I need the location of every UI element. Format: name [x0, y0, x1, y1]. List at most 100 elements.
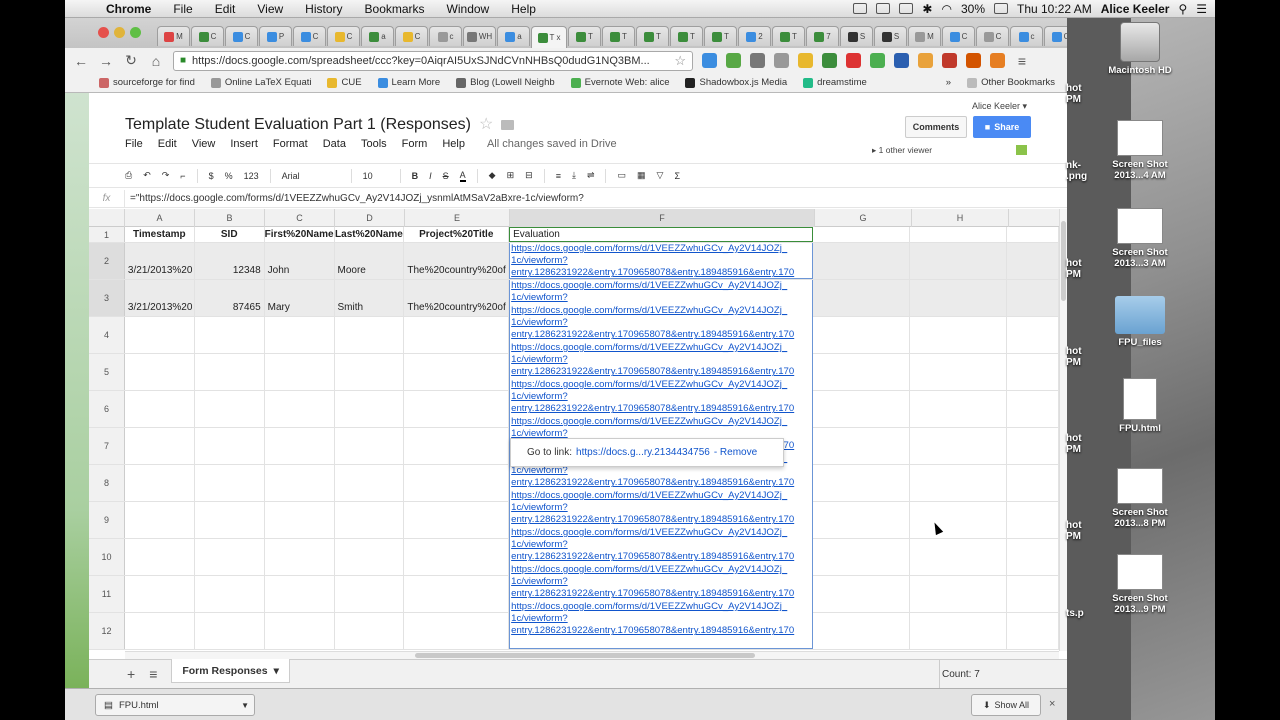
column-header-next[interactable]: [1009, 209, 1059, 227]
grid-cell[interactable]: [265, 317, 335, 353]
align-left-icon[interactable]: ≡: [556, 171, 561, 181]
desktop-icon[interactable]: FPU_files: [1100, 296, 1180, 348]
url-text[interactable]: https://docs.google.com/spreadsheet/ccc?…: [192, 55, 650, 67]
close-window-icon[interactable]: [98, 27, 109, 38]
menu-edit[interactable]: Edit: [204, 2, 247, 16]
browser-tab[interactable]: T: [636, 26, 669, 46]
forward-icon[interactable]: →: [98, 53, 114, 69]
grid-cell[interactable]: [813, 613, 911, 649]
bluetooth-icon[interactable]: ✱: [922, 2, 932, 16]
grid-cell[interactable]: [910, 280, 1008, 316]
link-line[interactable]: https://docs.google.com/forms/d/1VEEZZwh…: [511, 243, 811, 255]
user-name[interactable]: Alice Keeler: [1101, 2, 1170, 16]
browser-tab[interactable]: a: [361, 26, 394, 46]
grid-cell[interactable]: [813, 227, 911, 242]
close-tab-icon[interactable]: x: [556, 33, 560, 42]
header-cell[interactable]: Project%20Title: [404, 227, 510, 242]
grid-cell[interactable]: [404, 576, 510, 612]
data-cell-timestamp[interactable]: 3/21/2013%20: [124, 280, 195, 316]
sheet-tab-form-responses[interactable]: Form Responses ▾: [171, 659, 290, 683]
link-line[interactable]: entry.1286231922&entry.1709658078&entry.…: [511, 551, 811, 563]
grid-cell[interactable]: [195, 576, 265, 612]
grid-cell[interactable]: [1007, 502, 1059, 538]
grid-cell[interactable]: [335, 539, 405, 575]
bookmark-item[interactable]: dreamstime: [803, 77, 867, 88]
browser-tab[interactable]: P: [259, 26, 292, 46]
minimize-window-icon[interactable]: [114, 27, 125, 38]
bookmark-item[interactable]: Online LaTeX Equati: [210, 77, 311, 88]
size-select[interactable]: 10: [363, 171, 389, 181]
notifications-icon[interactable]: ☰: [1196, 2, 1207, 16]
extension-timer-icon[interactable]: [990, 53, 1005, 68]
grid-cell[interactable]: [265, 391, 335, 427]
grid-cell[interactable]: [813, 502, 911, 538]
link-line[interactable]: https://docs.google.com/forms/d/1VEEZZwh…: [511, 280, 811, 292]
wifi-icon[interactable]: ◠: [941, 2, 951, 16]
link-line[interactable]: entry.1286231922&entry.1709658078&entry.…: [511, 329, 811, 341]
grid-cell[interactable]: [910, 576, 1008, 612]
grid-cell[interactable]: [813, 576, 911, 612]
doc-menu-item[interactable]: File: [125, 138, 143, 150]
grid-cell[interactable]: [1007, 317, 1059, 353]
grid-cell[interactable]: [125, 613, 195, 649]
doc-menu-item[interactable]: Form: [402, 138, 428, 150]
extension-drive-icon[interactable]: [702, 53, 717, 68]
grid-cell[interactable]: [813, 465, 911, 501]
grid-cell[interactable]: [1007, 428, 1059, 464]
bookmarks-overflow[interactable]: »: [946, 77, 951, 88]
extension-check-icon[interactable]: [870, 53, 885, 68]
evaluation-link-cell[interactable]: https://docs.google.com/forms/d/1VEEZZwh…: [509, 243, 814, 279]
link-line[interactable]: 1c/viewform?: [511, 539, 811, 551]
gmail-tray-icon[interactable]: [853, 3, 868, 14]
grid-cell[interactable]: [1007, 354, 1059, 390]
grid-cell[interactable]: [265, 539, 335, 575]
grid-cell[interactable]: [813, 317, 911, 353]
browser-tab[interactable]: a: [497, 26, 530, 46]
doc-menu-item[interactable]: Insert: [230, 138, 258, 150]
undo-icon[interactable]: ↶: [143, 170, 151, 181]
data-cell-first[interactable]: Mary: [264, 280, 335, 316]
link-line[interactable]: 1c/viewform?: [511, 255, 811, 267]
link-line[interactable]: 1c/viewform?: [511, 391, 811, 403]
corner-cell[interactable]: [89, 209, 125, 227]
doc-menu-item[interactable]: Help: [442, 138, 465, 150]
browser-tab[interactable]: T: [670, 26, 703, 46]
reload-icon[interactable]: ↻: [123, 52, 139, 69]
header-cell[interactable]: SID: [195, 227, 265, 242]
spotlight-icon[interactable]: ⚲: [1178, 2, 1187, 16]
row-header[interactable]: 12: [89, 613, 125, 649]
bookmark-item[interactable]: Blog (Lowell Neighb: [456, 77, 555, 88]
paint-format-icon[interactable]: ⌐: [180, 171, 185, 181]
download-item[interactable]: ▤ FPU.html ▼: [95, 694, 255, 716]
column-header-e[interactable]: E: [405, 209, 510, 227]
header-cell[interactable]: First%20Name: [265, 227, 335, 242]
menu-bookmarks[interactable]: Bookmarks: [354, 2, 436, 16]
all-sheets-button[interactable]: ≡: [149, 666, 157, 682]
link-line[interactable]: 1c/viewform?: [511, 613, 811, 625]
browser-tab[interactable]: S: [840, 26, 873, 46]
browser-tab[interactable]: T: [704, 26, 737, 46]
grid-cell[interactable]: [404, 613, 510, 649]
column-header-g[interactable]: G: [815, 209, 912, 227]
grid-cell[interactable]: [125, 576, 195, 612]
row-header[interactable]: 3: [89, 280, 125, 316]
grid-cell[interactable]: [335, 576, 405, 612]
doc-menu-item[interactable]: Data: [323, 138, 346, 150]
desktop-icon[interactable]: Screen Shot 2013...8 PM: [1100, 468, 1180, 529]
browser-tab[interactable]: C: [395, 26, 428, 46]
browser-tab[interactable]: T: [602, 26, 635, 46]
row-header[interactable]: 6: [89, 391, 125, 427]
share-button[interactable]: ■ Share: [973, 116, 1031, 138]
bookmark-item[interactable]: Learn More: [377, 77, 440, 88]
header-cell[interactable]: Last%20Name: [335, 227, 405, 242]
row-header[interactable]: 4: [89, 317, 125, 353]
grid-cell[interactable]: [910, 428, 1008, 464]
grid-cell[interactable]: [335, 354, 405, 390]
popup-remove[interactable]: - Remove: [714, 447, 757, 458]
row-header[interactable]: 10: [89, 539, 125, 575]
header-cell[interactable]: Timestamp: [125, 227, 195, 242]
grid-cell[interactable]: [910, 227, 1008, 242]
extension-gmail-icon[interactable]: [846, 53, 861, 68]
data-cell-first[interactable]: John: [264, 243, 335, 279]
strikethrough-button[interactable]: S: [443, 171, 449, 181]
